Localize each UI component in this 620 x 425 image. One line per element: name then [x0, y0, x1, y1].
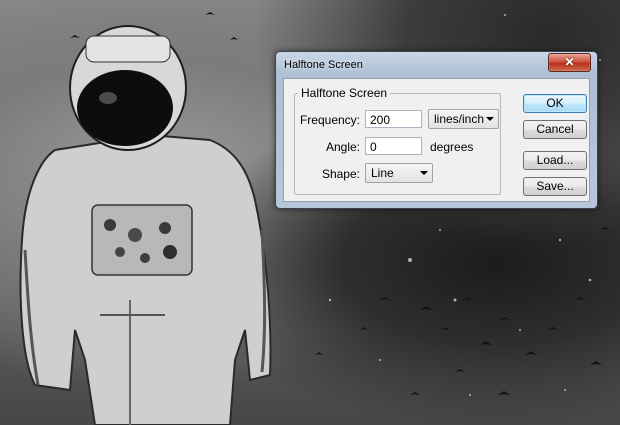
frequency-input[interactable]: 200 [365, 110, 422, 128]
shape-select-value: Line [371, 166, 394, 180]
chevron-down-icon [420, 171, 428, 175]
dialog-titlebar[interactable]: Halftone Screen ✕ [276, 52, 597, 76]
halftone-screen-dialog: Halftone Screen ✕ Halftone Screen Freque… [275, 51, 598, 209]
dialog-body: Halftone Screen Frequency: 200 lines/inc… [283, 78, 590, 202]
dialog-title: Halftone Screen [284, 59, 363, 71]
frequency-unit-select[interactable]: lines/inch [428, 109, 499, 129]
chevron-down-icon [486, 117, 494, 121]
close-x-icon: ✕ [564, 55, 575, 69]
shape-label: Shape: [321, 167, 360, 181]
frequency-unit-value: lines/inch [434, 112, 485, 126]
frequency-label: Frequency: [299, 113, 360, 127]
angle-input[interactable]: 0 [365, 137, 422, 155]
close-button[interactable]: ✕ [548, 53, 591, 72]
save-button[interactable]: Save... [523, 177, 587, 196]
cancel-button[interactable]: Cancel [523, 120, 587, 139]
angle-label: Angle: [325, 140, 360, 154]
shape-select[interactable]: Line [365, 163, 433, 183]
ok-button[interactable]: OK [523, 94, 587, 113]
load-button[interactable]: Load... [523, 151, 587, 170]
group-title: Halftone Screen [298, 86, 391, 100]
angle-unit: degrees [430, 140, 474, 154]
